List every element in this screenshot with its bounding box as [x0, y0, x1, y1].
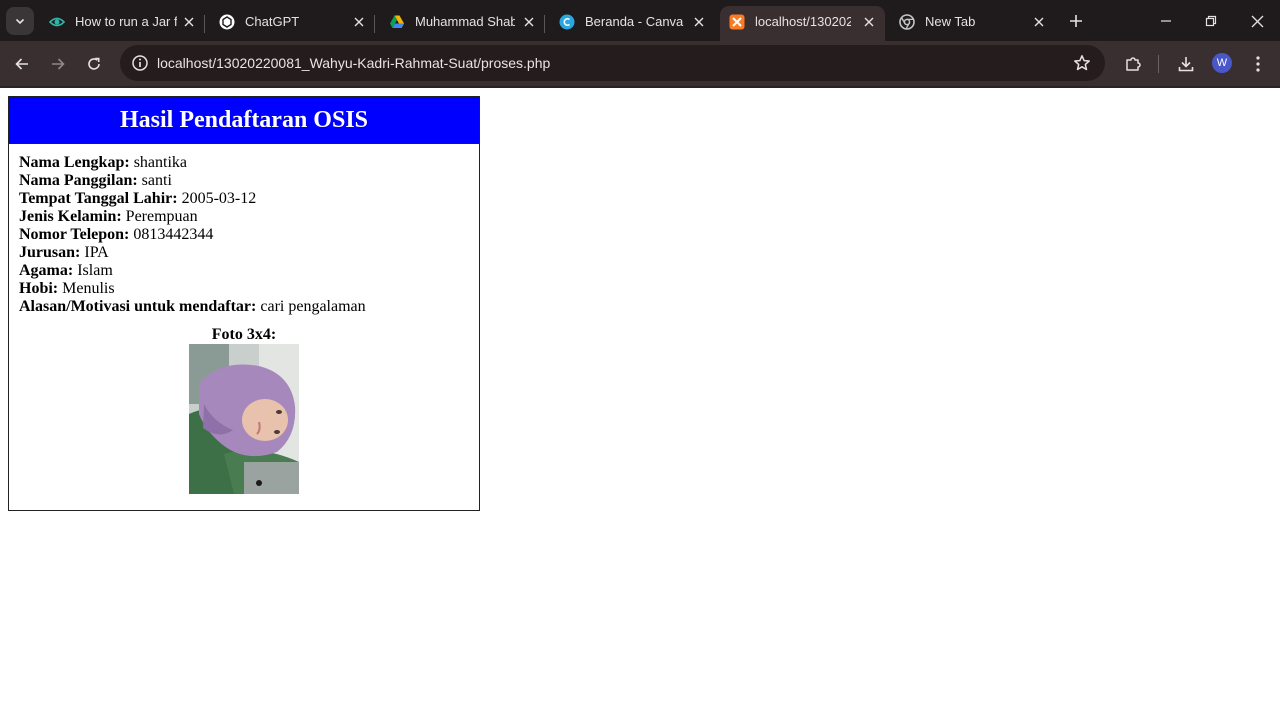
forward-button[interactable]: [45, 51, 71, 77]
field-label: Hobi:: [19, 280, 59, 297]
close-tab-icon[interactable]: [1029, 12, 1049, 32]
card-header: Hasil Pendaftaran OSIS: [9, 97, 479, 144]
close-tab-icon[interactable]: [179, 12, 199, 32]
toolbar-divider: [1158, 55, 1159, 73]
extensions-button[interactable]: [1120, 51, 1146, 77]
field-label: Alasan/Motivasi untuk mendaftar:: [19, 298, 257, 315]
chrome-bottom-border: [0, 86, 1280, 88]
tab-separator: [544, 15, 545, 33]
profile-avatar[interactable]: W: [1212, 53, 1232, 73]
field-value: Islam: [77, 262, 113, 279]
browser-toolbar: localhost/13020220081_Wahyu-Kadri-Rahmat…: [0, 41, 1280, 86]
field-label: Agama:: [19, 262, 74, 279]
field-value: 2005-03-12: [181, 190, 257, 207]
field-label: Jenis Kelamin:: [19, 208, 122, 225]
field-jurusan: Jurusan: IPA: [19, 244, 366, 262]
tab-search-button[interactable]: [6, 7, 34, 35]
field-value: 0813442344: [133, 226, 214, 243]
profile-photo: [189, 344, 299, 494]
reload-button[interactable]: [81, 51, 107, 77]
field-label: Jurusan:: [19, 244, 81, 261]
tab-localhost-active[interactable]: localhost/1302022: [720, 6, 885, 41]
tab-separator: [374, 15, 375, 33]
field-label: Nama Panggilan:: [19, 172, 138, 189]
minimize-button[interactable]: [1153, 8, 1179, 34]
restore-icon: [1205, 15, 1217, 27]
field-value: Perempuan: [125, 208, 198, 225]
field-hobi: Hobi: Menulis: [19, 280, 366, 298]
close-icon: [1251, 15, 1263, 27]
minimize-icon: [1161, 20, 1171, 22]
bookmark-star-icon[interactable]: [1071, 52, 1093, 74]
xampp-icon: [729, 14, 745, 30]
google-drive-icon: [389, 14, 405, 30]
photo-label: Foto 3x4:: [211, 326, 277, 343]
tab-google-drive[interactable]: Muhammad Shabr: [380, 6, 545, 41]
field-value: santi: [141, 172, 172, 189]
close-tab-icon[interactable]: [689, 12, 709, 32]
canva-icon: [559, 14, 575, 30]
tab-title: How to run a Jar fil: [75, 14, 177, 29]
arrow-left-icon: [15, 58, 28, 70]
address-bar[interactable]: localhost/13020220081_Wahyu-Kadri-Rahmat…: [120, 45, 1105, 81]
registration-fields: Nama Lengkap: shantika Nama Panggilan: s…: [19, 154, 366, 316]
more-vertical-icon: [1256, 56, 1260, 72]
plus-icon: [1070, 15, 1082, 27]
browser-menu-button[interactable]: [1245, 51, 1271, 77]
tab-chatgpt[interactable]: ChatGPT: [210, 6, 375, 41]
registration-result-card: Hasil Pendaftaran OSIS Nama Lengkap: sha…: [8, 96, 480, 511]
page-title: Hasil Pendaftaran OSIS: [119, 107, 369, 133]
chrome-icon: [899, 14, 915, 30]
close-tab-icon[interactable]: [349, 12, 369, 32]
eye-icon: [49, 14, 65, 30]
tab-title: Beranda - Canva: [585, 14, 684, 29]
tab-title: Muhammad Shabr: [415, 14, 515, 29]
site-info-icon[interactable]: [128, 51, 152, 75]
photo-illustration: [189, 344, 299, 494]
new-tab-button[interactable]: [1063, 8, 1089, 34]
arrow-right-icon: [52, 58, 65, 70]
field-nama-lengkap: Nama Lengkap: shantika: [19, 154, 366, 172]
tab-title: ChatGPT: [245, 14, 300, 29]
puzzle-icon: [1126, 57, 1141, 71]
chevron-down-icon: [15, 18, 25, 25]
field-alasan-motivasi: Alasan/Motivasi untuk mendaftar: cari pe…: [19, 298, 366, 316]
back-button[interactable]: [9, 51, 35, 77]
url-text[interactable]: localhost/13020220081_Wahyu-Kadri-Rahmat…: [157, 54, 550, 72]
restore-button[interactable]: [1198, 8, 1224, 34]
tab-strip: How to run a Jar fil ChatGPT Muhammad Sh…: [0, 0, 1280, 41]
downloads-button[interactable]: [1173, 51, 1199, 77]
tab-title: localhost/1302022: [755, 14, 851, 29]
field-jenis-kelamin: Jenis Kelamin: Perempuan: [19, 208, 366, 226]
tab-new-tab[interactable]: New Tab: [890, 6, 1055, 41]
field-nomor-telepon: Nomor Telepon: 0813442344: [19, 226, 366, 244]
field-nama-panggilan: Nama Panggilan: santi: [19, 172, 366, 190]
field-value: IPA: [84, 244, 109, 261]
close-tab-icon[interactable]: [859, 12, 879, 32]
field-value: cari pengalaman: [260, 298, 366, 315]
field-label: Tempat Tanggal Lahir:: [19, 190, 178, 207]
field-label: Nama Lengkap:: [19, 154, 130, 171]
tab-title: New Tab: [925, 14, 976, 29]
close-tab-icon[interactable]: [519, 12, 539, 32]
tab-jar-guide[interactable]: How to run a Jar fil: [40, 6, 205, 41]
close-window-button[interactable]: [1244, 8, 1270, 34]
field-value: Menulis: [62, 280, 115, 297]
field-label: Nomor Telepon:: [19, 226, 130, 243]
field-tempat-tanggal-lahir: Tempat Tanggal Lahir: 2005-03-12: [19, 190, 366, 208]
tab-canva[interactable]: Beranda - Canva: [550, 6, 715, 41]
reload-icon: [88, 57, 100, 70]
tab-separator: [204, 15, 205, 33]
chatgpt-icon: [219, 14, 235, 30]
download-icon: [1178, 57, 1194, 72]
field-agama: Agama: Islam: [19, 262, 366, 280]
field-value: shantika: [133, 154, 188, 171]
